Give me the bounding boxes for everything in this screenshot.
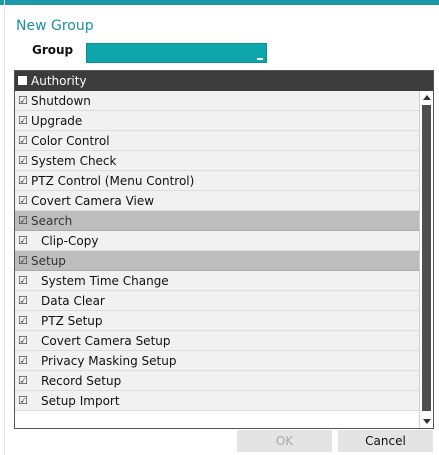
- scroll-down-arrow-icon[interactable]: [423, 419, 431, 424]
- dialog-title: New Group: [16, 18, 94, 34]
- checkbox-checked-icon[interactable]: ☑: [18, 291, 28, 311]
- permission-label: Privacy Masking Setup: [41, 354, 177, 368]
- checkbox-checked-icon[interactable]: ☑: [18, 251, 28, 271]
- permission-label: PTZ Control (Menu Control): [31, 174, 195, 188]
- checkbox-checked-icon[interactable]: ☑: [18, 331, 28, 351]
- permission-row[interactable]: ☑ Covert Camera View: [15, 191, 419, 211]
- scroll-up-arrow-icon[interactable]: [423, 95, 431, 100]
- permission-label: Search: [31, 214, 73, 228]
- authority-header-label: Authority: [31, 74, 87, 88]
- checkbox-checked-icon[interactable]: ☑: [18, 151, 28, 171]
- permission-label: Color Control: [31, 134, 110, 148]
- group-label: Group: [32, 43, 74, 57]
- text-cursor: [257, 58, 263, 60]
- checkbox-checked-icon[interactable]: ☑: [18, 371, 28, 391]
- checkbox-checked-icon[interactable]: ☑: [18, 351, 28, 371]
- checkbox-checked-icon[interactable]: ☑: [18, 191, 28, 211]
- permission-row[interactable]: ☑ Record Setup: [15, 371, 419, 391]
- section-row[interactable]: ☑ Search: [15, 211, 419, 231]
- permission-row[interactable]: ☑ Covert Camera Setup: [15, 331, 419, 351]
- permission-row[interactable]: ☑ Setup Import: [15, 391, 419, 411]
- header-checkbox[interactable]: [18, 76, 27, 85]
- checkbox-checked-icon[interactable]: ☑: [18, 311, 28, 331]
- permission-label: Covert Camera Setup: [41, 334, 171, 348]
- permission-label: Setup Import: [41, 394, 120, 408]
- list-scrollbar[interactable]: [419, 91, 433, 428]
- permission-row[interactable]: ☑ Clip-Copy: [15, 231, 419, 251]
- section-row[interactable]: ☑ Setup: [15, 251, 419, 271]
- checkbox-checked-icon[interactable]: ☑: [18, 271, 28, 291]
- authority-header[interactable]: Authority: [15, 71, 433, 91]
- permission-label: Clip-Copy: [41, 234, 99, 248]
- permission-row[interactable]: ☑ Privacy Masking Setup: [15, 351, 419, 371]
- cancel-button[interactable]: Cancel: [338, 430, 433, 452]
- ok-button[interactable]: OK: [237, 430, 332, 452]
- permission-label: Data Clear: [41, 294, 105, 308]
- permission-row[interactable]: ☑ PTZ Control (Menu Control): [15, 171, 419, 191]
- permission-row[interactable]: ☑ Upgrade: [15, 111, 419, 131]
- checkbox-checked-icon[interactable]: ☑: [18, 131, 28, 151]
- group-name-input[interactable]: [86, 43, 267, 63]
- permission-label: PTZ Setup: [41, 314, 103, 328]
- permission-row[interactable]: ☑ System Time Change: [15, 271, 419, 291]
- checkbox-checked-icon[interactable]: ☑: [18, 111, 28, 131]
- permission-label: Upgrade: [31, 114, 83, 128]
- permission-label: Setup: [31, 254, 66, 268]
- authority-list: Authority ☑ Shutdown ☑ Upgrade ☑ Color Contro…: [14, 70, 434, 429]
- permission-label: System Time Change: [41, 274, 169, 288]
- permission-label: Covert Camera View: [31, 194, 155, 208]
- checkbox-checked-icon[interactable]: ☑: [18, 211, 28, 231]
- permission-row[interactable]: ☑ PTZ Setup: [15, 311, 419, 331]
- permission-row[interactable]: ☑ Color Control: [15, 131, 419, 151]
- authority-rows: ☑ Shutdown ☑ Upgrade ☑ Color Control ☑ System C…: [15, 91, 419, 411]
- permission-label: System Check: [31, 154, 117, 168]
- checkbox-checked-icon[interactable]: ☑: [18, 171, 28, 191]
- permission-label: Record Setup: [41, 374, 122, 388]
- permission-row[interactable]: ☑ System Check: [15, 151, 419, 171]
- permission-row[interactable]: ☑ Shutdown: [15, 91, 419, 111]
- permission-row[interactable]: ☑ Data Clear: [15, 291, 419, 311]
- window-left-edge: [4, 0, 5, 455]
- window-accent-bar: [0, 0, 439, 5]
- checkbox-checked-icon[interactable]: ☑: [18, 231, 28, 251]
- scrollbar-thumb[interactable]: [422, 105, 431, 411]
- checkbox-checked-icon[interactable]: ☑: [18, 391, 28, 411]
- permission-label: Shutdown: [31, 94, 91, 108]
- checkbox-checked-icon[interactable]: ☑: [18, 91, 28, 111]
